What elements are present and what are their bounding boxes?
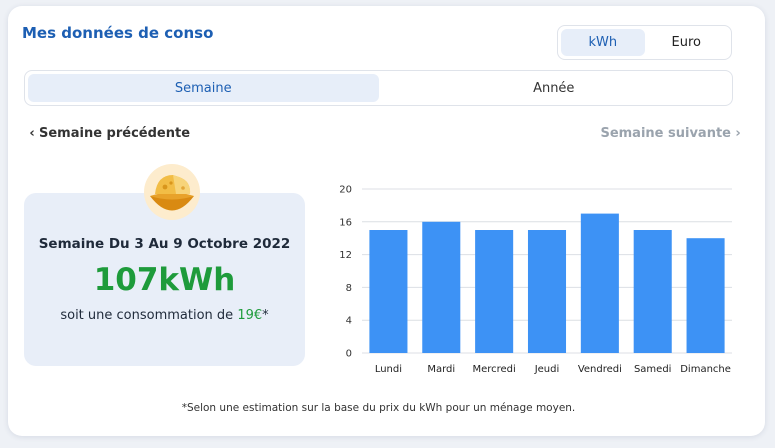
x-tick-label: Vendredi <box>578 364 622 375</box>
page-title: Mes données de conso <box>22 24 214 42</box>
cost-value: 19€ <box>237 308 263 323</box>
cost-suffix: * <box>262 308 269 323</box>
bar-dimanche[interactable] <box>686 238 725 353</box>
period-tabs: Semaine Année <box>24 70 733 106</box>
previous-week-label: Semaine précédente <box>39 126 191 141</box>
bar-vendredi[interactable] <box>580 213 619 353</box>
unit-toggle: kWh Euro <box>557 25 732 60</box>
cheese-icon <box>144 164 200 220</box>
bar-mercredi[interactable] <box>475 230 514 353</box>
y-tick-label: 8 <box>346 283 352 294</box>
bar-lundi[interactable] <box>369 230 408 353</box>
bar-jeudi[interactable] <box>527 230 567 353</box>
chevron-left-icon: ‹ <box>29 126 35 141</box>
y-tick-label: 20 <box>339 185 352 196</box>
y-tick-label: 16 <box>339 217 352 228</box>
tab-semaine[interactable]: Semaine <box>28 74 379 102</box>
x-tick-label: Mardi <box>427 364 455 375</box>
x-tick-label: Samedi <box>634 364 672 375</box>
y-tick-label: 0 <box>346 349 352 360</box>
summary-cost: soit une consommation de 19€* <box>24 308 305 323</box>
unit-option-kwh[interactable]: kWh <box>561 29 645 56</box>
bar-samedi[interactable] <box>633 230 672 353</box>
x-tick-label: Mercredi <box>472 364 515 375</box>
y-tick-label: 12 <box>339 250 352 261</box>
next-week-link[interactable]: Semaine suivante › <box>600 126 745 141</box>
cost-prefix: soit une consommation de <box>60 308 238 323</box>
previous-week-link[interactable]: ‹ Semaine précédente <box>25 126 190 141</box>
footnote: *Selon une estimation sur la base du pri… <box>181 402 576 414</box>
bar-mardi[interactable] <box>422 221 461 353</box>
x-tick-label: Lundi <box>375 364 402 375</box>
x-tick-label: Dimanche <box>680 364 731 375</box>
x-tick-label: Jeudi <box>534 364 560 375</box>
summary-total-value: 107kWh <box>93 262 236 298</box>
tab-annee[interactable]: Année <box>379 74 730 102</box>
y-tick-label: 4 <box>346 316 352 327</box>
summary-period: Semaine Du 3 Au 9 Octobre 2022 <box>38 236 291 252</box>
next-week-label: Semaine suivante <box>600 126 731 141</box>
weekly-consumption-chart: 0 4 8 12 16 20 Lundi Mardi Mercredi Jeudi Vendredi… <box>339 185 732 375</box>
chevron-right-icon: › <box>735 126 741 141</box>
unit-option-euro[interactable]: Euro <box>645 29 729 56</box>
